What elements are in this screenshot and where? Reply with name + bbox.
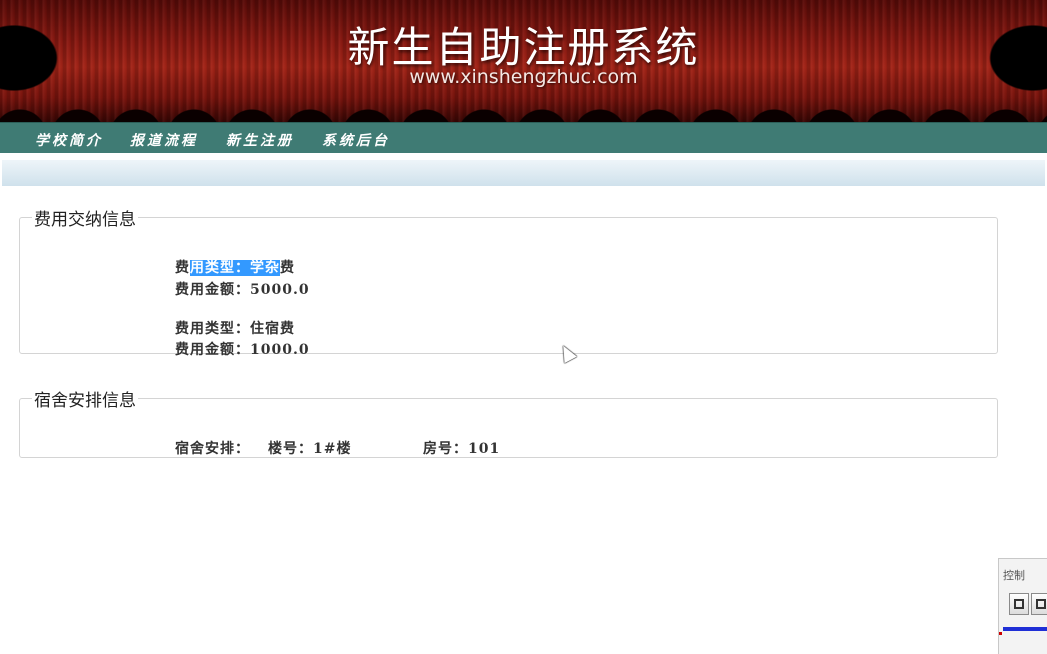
nav-item-registration[interactable]: 新生注册: [226, 130, 294, 150]
dorm-info-section: 宿舍安排信息 宿舍安排： 楼号：1#楼 房号：101: [19, 386, 998, 458]
fee-amount-line-1: 费用金额：5000.0: [175, 282, 310, 298]
content-header-strip: [2, 160, 1045, 186]
fee-type-prefix: 费: [175, 260, 190, 276]
fee-type-line-1: 费用类型：学杂费: [175, 257, 295, 277]
dorm-label: 宿舍安排：: [175, 441, 250, 457]
window-icon: [1036, 599, 1046, 609]
fee-info-section: 费用交纳信息 费用类型：学杂费 费用金额：5000.0 费用类型：住宿费 费用金…: [19, 205, 998, 358]
nav-item-admin[interactable]: 系统后台: [322, 130, 390, 150]
window-icon: [1014, 599, 1024, 609]
nav-item-report-process[interactable]: 报道流程: [130, 130, 198, 150]
site-url: www.xinshengzhuc.com: [409, 66, 638, 88]
control-panel-marker: [999, 632, 1002, 635]
fee-type-line-2: 费用类型：住宿费: [175, 321, 295, 337]
main-nav: 学校简介 报道流程 新生注册 系统后台: [0, 122, 1047, 153]
dorm-room: 房号：101: [423, 441, 501, 457]
selected-text: 用类型：学杂: [190, 260, 280, 276]
banner-ornament-bottom: [0, 96, 1047, 122]
fee-amount-line-2: 费用金额：1000.0: [175, 342, 310, 358]
fee-type-suffix: 费: [280, 260, 295, 276]
control-button-2[interactable]: [1031, 593, 1047, 615]
header-banner: 新生自助注册系统 www.xinshengzhuc.com: [0, 0, 1047, 122]
control-panel-bar: [1003, 627, 1047, 631]
control-button-1[interactable]: [1009, 593, 1029, 615]
dorm-info-legend: 宿舍安排信息: [34, 391, 136, 411]
control-panel-label: 控制: [1003, 569, 1025, 582]
control-panel[interactable]: 控制: [998, 558, 1047, 654]
dorm-building: 楼号：1#楼: [268, 441, 352, 457]
fee-info-legend: 费用交纳信息: [34, 210, 136, 230]
nav-item-school-intro[interactable]: 学校简介: [35, 130, 103, 150]
